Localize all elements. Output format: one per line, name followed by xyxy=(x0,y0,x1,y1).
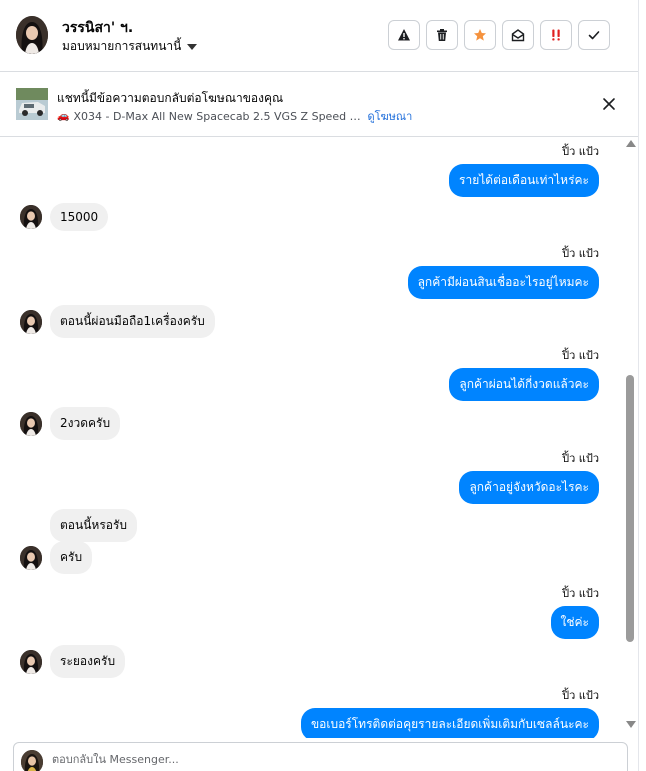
star-button[interactable] xyxy=(464,20,496,50)
reply-composer xyxy=(13,742,628,771)
sender-name: ปิ้ว แป้ว xyxy=(562,247,599,260)
mark-urgent-button[interactable] xyxy=(540,20,572,50)
scroll-down-arrow-icon[interactable] xyxy=(626,721,636,728)
sender-name: ปิ้ว แป้ว xyxy=(562,689,599,702)
message-row-incoming: ครับ xyxy=(20,541,93,574)
ad-banner-title: แชทนี้มีข้อความตอบกลับต่อโฆษณาของคุณ xyxy=(57,91,284,105)
message-row-incoming: ระยองครับ xyxy=(20,645,126,678)
contact-name: วรรนิสา' ฯ. xyxy=(62,20,134,36)
message-bubble-outgoing[interactable]: ขอเบอร์โทรติดต่อคุยรายละเอียดเพิ่มเติมกั… xyxy=(300,708,599,738)
message-row-incoming: ตอนนี้ผ่อนมือถือ1เครื่องครับ xyxy=(20,305,215,338)
car-icon: 🚗 xyxy=(57,110,70,122)
conversation-header: วรรนิสา' ฯ. มอบหมายการสนทนานี้ xyxy=(0,0,638,72)
person-photo-icon xyxy=(20,411,42,436)
person-photo-icon xyxy=(20,309,42,334)
reply-input[interactable] xyxy=(52,753,572,766)
ad-reply-banner: แชทนี้มีข้อความตอบกลับต่อโฆษณาของคุณ 🚗 X… xyxy=(0,73,638,137)
mark-unread-button[interactable] xyxy=(502,20,534,50)
message-bubble-outgoing[interactable]: ลูกค้ามีผ่อนสินเชื่ออะไรอยู่ไหมคะ xyxy=(407,266,599,299)
contact-avatar-small xyxy=(20,411,42,436)
close-banner-button[interactable] xyxy=(600,95,618,113)
trash-icon xyxy=(437,29,447,41)
message-row-outgoing: ปิ้ว แป้ว ลูกค้ามีผ่อนสินเชื่ออะไรอยู่ไห… xyxy=(407,244,599,299)
contact-avatar-small xyxy=(20,309,42,334)
message-bubble-incoming[interactable]: 15000 xyxy=(50,203,109,231)
message-row-outgoing: ปิ้ว แป้ว ใช่ค่ะ xyxy=(550,584,599,639)
message-bubble-incoming[interactable]: ครับ xyxy=(50,541,93,574)
message-bubble-incoming[interactable]: ตอนนี้หรอรับ xyxy=(50,509,138,542)
sender-name: ปิ้ว แป้ว xyxy=(562,349,599,362)
star-icon xyxy=(474,29,486,41)
person-photo-icon xyxy=(21,750,43,771)
message-row-outgoing: ปิ้ว แป้ว ลูกค้าผ่อนได้กี่งวดแล้วคะ xyxy=(449,346,599,401)
contact-avatar-small xyxy=(20,649,42,674)
person-photo-icon xyxy=(16,16,48,54)
close-icon xyxy=(603,98,615,110)
mark-spam-button[interactable] xyxy=(388,20,420,50)
message-row-outgoing: ปิ้ว แป้ว ขอเบอร์โทรติดต่อคุยรายละเอียดเ… xyxy=(300,686,599,738)
warning-icon xyxy=(398,29,410,41)
ad-listing-title: X034 - D-Max All New Spacecab 2.5 VGS Z … xyxy=(73,109,361,123)
thread-scrollbar[interactable] xyxy=(624,138,636,734)
check-icon xyxy=(588,31,600,40)
car-thumbnail xyxy=(16,88,48,120)
message-bubble-outgoing[interactable]: ใช่ค่ะ xyxy=(550,606,599,639)
car-photo-icon xyxy=(16,88,48,120)
contact-avatar-small xyxy=(20,545,42,570)
message-row-outgoing: ปิ้ว แป้ว รายได้ต่อเดือนเท่าไหร่คะ xyxy=(449,142,599,197)
contact-avatar-small xyxy=(20,205,42,229)
sender-name: ปิ้ว แป้ว xyxy=(562,587,599,600)
ad-banner-subtitle: 🚗 X034 - D-Max All New Spacecab 2.5 VGS … xyxy=(57,107,412,125)
person-photo-icon xyxy=(20,649,42,674)
message-row-incoming: ตอนนี้หรอรับ xyxy=(20,509,138,542)
panel-divider xyxy=(638,0,639,771)
assign-label: มอบหมายการสนทนานี้ xyxy=(62,39,182,53)
message-row-incoming: 15000 xyxy=(20,203,109,231)
view-ad-link[interactable]: ดูโฆษณา xyxy=(367,107,412,125)
contact-avatar[interactable] xyxy=(16,16,48,54)
person-photo-icon xyxy=(20,205,42,229)
message-bubble-outgoing[interactable]: ลูกค้าอยู่จังหวัดอะไรคะ xyxy=(459,471,599,504)
envelope-open-icon xyxy=(511,29,525,42)
sender-name: ปิ้ว แป้ว xyxy=(562,145,599,158)
sender-name: ปิ้ว แป้ว xyxy=(562,452,599,465)
urgent-icon xyxy=(552,29,560,41)
assign-conversation-dropdown[interactable]: มอบหมายการสนทนานี้ xyxy=(62,37,198,56)
message-bubble-outgoing[interactable]: รายได้ต่อเดือนเท่าไหร่คะ xyxy=(449,164,599,197)
delete-button[interactable] xyxy=(426,20,458,50)
message-bubble-incoming[interactable]: 2งวดครับ xyxy=(50,407,121,440)
message-bubble-outgoing[interactable]: ลูกค้าผ่อนได้กี่งวดแล้วคะ xyxy=(449,368,599,401)
message-row-incoming: 2งวดครับ xyxy=(20,407,121,440)
conversation-toolbar xyxy=(388,20,610,50)
scroll-up-arrow-icon[interactable] xyxy=(626,140,636,147)
message-thread[interactable]: ปิ้ว แป้ว รายได้ต่อเดือนเท่าไหร่คะ 15000… xyxy=(0,138,622,738)
chevron-down-icon xyxy=(187,43,198,50)
message-bubble-incoming[interactable]: ระยองครับ xyxy=(50,645,126,678)
scrollbar-thumb[interactable] xyxy=(626,375,634,642)
mark-done-button[interactable] xyxy=(578,20,610,50)
page-avatar xyxy=(21,750,43,771)
person-photo-icon xyxy=(20,545,42,570)
message-row-outgoing: ปิ้ว แป้ว ลูกค้าอยู่จังหวัดอะไรคะ xyxy=(459,449,599,504)
message-bubble-incoming[interactable]: ตอนนี้ผ่อนมือถือ1เครื่องครับ xyxy=(50,305,215,338)
